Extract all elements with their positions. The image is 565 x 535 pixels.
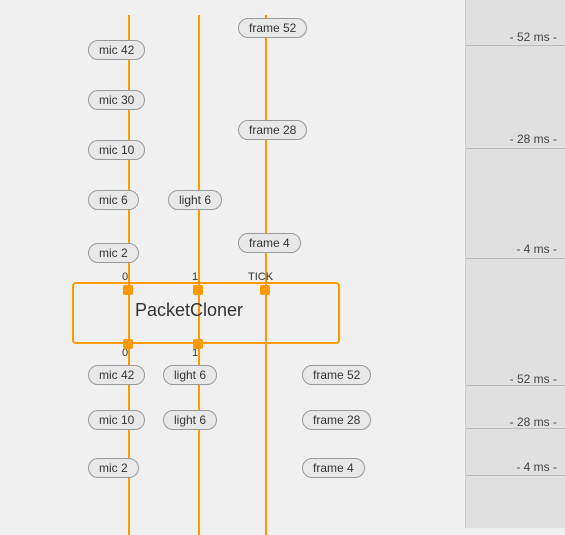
main-container: - 52 ms - - 28 ms - - 4 ms - - 52 ms - -…	[0, 0, 565, 528]
node-mic10[interactable]: mic 10	[88, 140, 145, 160]
dot-output0-bot	[123, 339, 133, 349]
packet-cloner-label: PacketCloner	[135, 300, 243, 321]
node-mic6[interactable]: mic 6	[88, 190, 139, 210]
node-mic42-bot[interactable]: mic 42	[88, 365, 145, 385]
node-mic30[interactable]: mic 30	[88, 90, 145, 110]
node-frame28-bot[interactable]: frame 28	[302, 410, 371, 430]
tick-line-3	[466, 258, 565, 259]
node-mic10-bot[interactable]: mic 10	[88, 410, 145, 430]
dot-output1-bot	[193, 339, 203, 349]
node-mic2[interactable]: mic 2	[88, 243, 139, 263]
timeline-label-4ms-top: - 4 ms -	[516, 242, 557, 256]
timeline-panel: - 52 ms - - 28 ms - - 4 ms - - 52 ms - -…	[465, 0, 565, 528]
timeline-label-28ms-bot: - 28 ms -	[510, 415, 557, 429]
line-v-mid	[198, 15, 200, 535]
node-mic2-bot[interactable]: mic 2	[88, 458, 139, 478]
node-light6-top[interactable]: light 6	[168, 190, 222, 210]
node-frame52-bot[interactable]: frame 52	[302, 365, 371, 385]
node-light6-bot1[interactable]: light 6	[163, 365, 217, 385]
timeline-label-28ms-top: - 28 ms -	[510, 132, 557, 146]
node-mic42[interactable]: mic 42	[88, 40, 145, 60]
timeline-label-52ms-bot: - 52 ms -	[510, 372, 557, 386]
tick-line-1	[466, 45, 565, 46]
node-frame4-bot[interactable]: frame 4	[302, 458, 365, 478]
node-frame52[interactable]: frame 52	[238, 18, 307, 38]
tick-line-6	[466, 475, 565, 476]
node-frame28[interactable]: frame 28	[238, 120, 307, 140]
timeline-label-52ms-top: - 52 ms -	[510, 30, 557, 44]
node-light6-bot2[interactable]: light 6	[163, 410, 217, 430]
node-frame4[interactable]: frame 4	[238, 233, 301, 253]
tick-line-2	[466, 148, 565, 149]
timeline-label-4ms-bot: - 4 ms -	[516, 460, 557, 474]
